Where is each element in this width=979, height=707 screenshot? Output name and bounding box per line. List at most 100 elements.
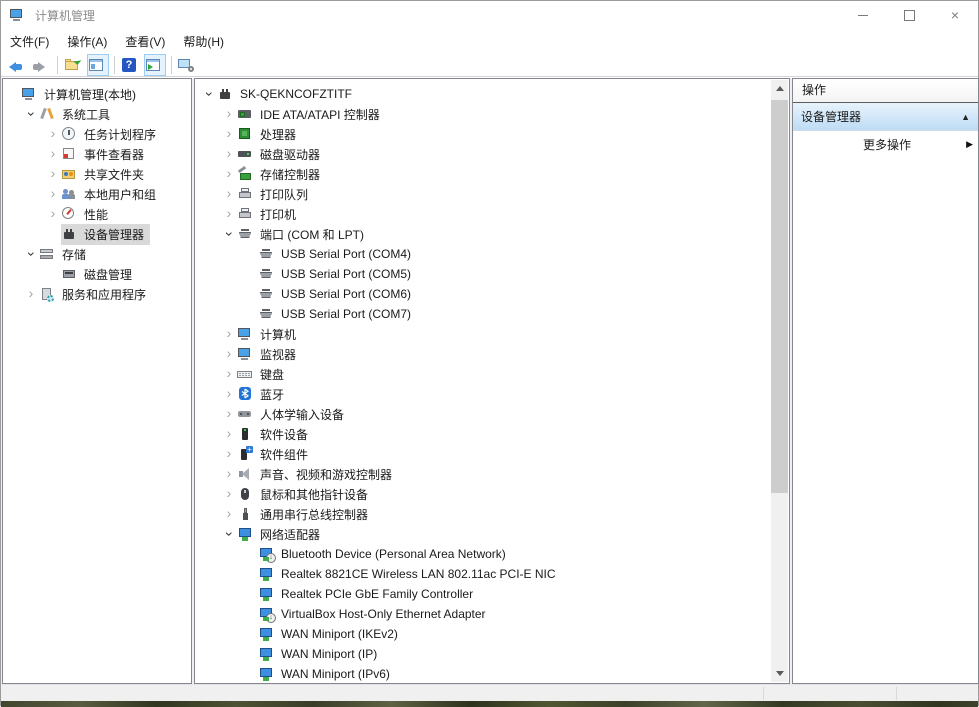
device-category-computer[interactable]: ›计算机 xyxy=(195,324,789,344)
title-bar: 计算机管理 × xyxy=(1,1,978,29)
back-button[interactable] xyxy=(6,54,28,76)
device-item-com5[interactable]: USB Serial Port (COM5) xyxy=(195,264,789,284)
device-category-storage-controllers[interactable]: ›存储控制器 xyxy=(195,164,789,184)
collapsed-chevron-icon[interactable]: › xyxy=(221,146,237,162)
collapsed-chevron-icon[interactable]: › xyxy=(221,106,237,122)
collapsed-chevron-icon[interactable]: › xyxy=(45,146,61,162)
sidebar-item-shared-folders[interactable]: ›共享文件夹 xyxy=(3,164,191,184)
sidebar-item-computer-management[interactable]: ›计算机管理(本地) xyxy=(3,84,191,104)
device-item-com4[interactable]: USB Serial Port (COM4) xyxy=(195,244,789,264)
collapsed-chevron-icon[interactable]: › xyxy=(221,366,237,382)
action-pane-toggle-button[interactable] xyxy=(144,54,166,76)
collapsed-chevron-icon[interactable]: › xyxy=(45,186,61,202)
device-item-com6[interactable]: USB Serial Port (COM6) xyxy=(195,284,789,304)
sidebar-item-device-manager[interactable]: ›设备管理器 xyxy=(3,224,191,244)
menu-view[interactable]: 查看(V) xyxy=(116,30,174,53)
vertical-scrollbar[interactable] xyxy=(771,80,788,682)
device-category-network-adapters[interactable]: ›网络适配器 xyxy=(195,524,789,544)
ports-icon xyxy=(237,226,253,242)
scroll-up-button[interactable] xyxy=(771,80,788,97)
device-category-software-devices[interactable]: ›软件设备 xyxy=(195,424,789,444)
help-button[interactable] xyxy=(120,54,142,76)
device-category-mice[interactable]: ›鼠标和其他指针设备 xyxy=(195,484,789,504)
menu-help[interactable]: 帮助(H) xyxy=(174,30,233,53)
collapsed-chevron-icon[interactable]: › xyxy=(221,406,237,422)
sidebar-item-system-tools[interactable]: ›系统工具 xyxy=(3,104,191,124)
toolbar-separator xyxy=(114,56,115,74)
device-category-usb[interactable]: ›通用串行总线控制器 xyxy=(195,504,789,524)
device-category-ports[interactable]: ›端口 (COM 和 LPT) xyxy=(195,224,789,244)
device-item-bluetooth-pan[interactable]: ↓Bluetooth Device (Personal Area Network… xyxy=(195,544,789,564)
device-item-realtek-gbe[interactable]: Realtek PCIe GbE Family Controller xyxy=(195,584,789,604)
device-category-print-queues[interactable]: ›打印队列 xyxy=(195,184,789,204)
device-item-wan-ip[interactable]: WAN Miniport (IP) xyxy=(195,644,789,664)
sidebar-item-event-viewer[interactable]: ›事件查看器 xyxy=(3,144,191,164)
expanded-chevron-icon[interactable]: › xyxy=(23,246,39,262)
device-tree-root[interactable]: ›SK-QEKNCOFZTITF xyxy=(195,84,789,104)
collapsed-chevron-icon[interactable]: › xyxy=(221,166,237,182)
collapsed-chevron-icon[interactable]: › xyxy=(221,206,237,222)
console-tree-toggle-button[interactable] xyxy=(87,54,109,76)
sidebar-item-disk-management[interactable]: ›磁盘管理 xyxy=(3,264,191,284)
menu-action[interactable]: 操作(A) xyxy=(58,30,116,53)
menu-file[interactable]: 文件(F) xyxy=(1,30,58,53)
expanded-chevron-icon[interactable]: › xyxy=(221,226,237,242)
sidebar-item-local-users[interactable]: ›本地用户和组 xyxy=(3,184,191,204)
collapsed-chevron-icon[interactable]: › xyxy=(221,186,237,202)
scroll-down-button[interactable] xyxy=(771,665,788,682)
device-category-printers[interactable]: ›打印机 xyxy=(195,204,789,224)
minimize-button[interactable] xyxy=(840,1,886,29)
expanded-chevron-icon[interactable]: › xyxy=(23,106,39,122)
collapsed-chevron-icon[interactable]: › xyxy=(221,506,237,522)
actions-group-device-manager[interactable]: 设备管理器 ▲ xyxy=(793,103,978,131)
actions-pane: 操作 设备管理器 ▲ 更多操作 ▶ xyxy=(792,78,979,684)
collapsed-chevron-icon[interactable]: › xyxy=(221,126,237,142)
collapsed-chevron-icon[interactable]: › xyxy=(221,486,237,502)
collapsed-chevron-icon[interactable]: › xyxy=(45,126,61,142)
more-actions-item[interactable]: 更多操作 ▶ xyxy=(793,131,978,157)
collapsed-chevron-icon[interactable]: › xyxy=(23,286,39,302)
device-item-com7[interactable]: USB Serial Port (COM7) xyxy=(195,304,789,324)
device-item-wan-ikev2[interactable]: WAN Miniport (IKEv2) xyxy=(195,624,789,644)
collapsed-chevron-icon[interactable]: › xyxy=(221,466,237,482)
collapsed-chevron-icon[interactable]: › xyxy=(45,166,61,182)
collapsed-chevron-icon[interactable]: › xyxy=(221,426,237,442)
device-search-button[interactable] xyxy=(177,54,199,76)
maximize-button[interactable] xyxy=(886,1,932,29)
item-label: 人体学输入设备 xyxy=(257,405,347,424)
sidebar-item-performance[interactable]: ›性能 xyxy=(3,204,191,224)
status-bar xyxy=(1,684,978,702)
device-item-wan-ipv6[interactable]: WAN Miniport (IPv6) xyxy=(195,664,789,684)
expanded-chevron-icon[interactable]: › xyxy=(201,86,217,102)
collapsed-chevron-icon[interactable]: › xyxy=(221,326,237,342)
collapse-chevron-icon[interactable]: ▲ xyxy=(961,112,970,122)
device-category-keyboards[interactable]: ›键盘 xyxy=(195,364,789,384)
console-tree-pane: ›计算机管理(本地) ›系统工具 ›任务计划程序 ›事件查看器 ›共享文件夹 ›… xyxy=(2,78,192,684)
close-button[interactable]: × xyxy=(932,1,978,29)
device-category-monitors[interactable]: ›监视器 xyxy=(195,344,789,364)
sidebar-item-storage[interactable]: › 存储 xyxy=(3,244,191,264)
device-category-ide[interactable]: ›IDE ATA/ATAPI 控制器 xyxy=(195,104,789,124)
collapsed-chevron-icon[interactable]: › xyxy=(221,346,237,362)
item-label: 存储 xyxy=(59,245,89,264)
collapsed-chevron-icon[interactable]: › xyxy=(221,386,237,402)
collapsed-chevron-icon[interactable]: › xyxy=(45,206,61,222)
device-item-realtek-wireless[interactable]: Realtek 8821CE Wireless LAN 802.11ac PCI… xyxy=(195,564,789,584)
computer-management-window: 计算机管理 × 文件(F) 操作(A) 查看(V) 帮助(H) ›计算机管理(本… xyxy=(0,0,979,706)
item-label: WAN Miniport (IP) xyxy=(278,646,380,662)
scrollbar-thumb[interactable] xyxy=(771,100,788,493)
device-category-software-components[interactable]: ›软件组件 xyxy=(195,444,789,464)
expanded-chevron-icon[interactable]: › xyxy=(221,526,237,542)
forward-button[interactable] xyxy=(30,54,52,76)
device-item-virtualbox-adapter[interactable]: ↓VirtualBox Host-Only Ethernet Adapter xyxy=(195,604,789,624)
collapsed-chevron-icon[interactable]: › xyxy=(221,446,237,462)
sidebar-item-services[interactable]: ›服务和应用程序 xyxy=(3,284,191,304)
device-category-processors[interactable]: ›处理器 xyxy=(195,124,789,144)
device-category-bluetooth[interactable]: ›蓝牙 xyxy=(195,384,789,404)
device-category-disk-drives[interactable]: ›磁盘驱动器 xyxy=(195,144,789,164)
bluetooth-icon xyxy=(237,386,253,402)
device-category-hid[interactable]: › 人体学输入设备 xyxy=(195,404,789,424)
export-button[interactable] xyxy=(63,54,85,76)
device-category-sound[interactable]: ›声音、视频和游戏控制器 xyxy=(195,464,789,484)
sidebar-item-task-scheduler[interactable]: ›任务计划程序 xyxy=(3,124,191,144)
